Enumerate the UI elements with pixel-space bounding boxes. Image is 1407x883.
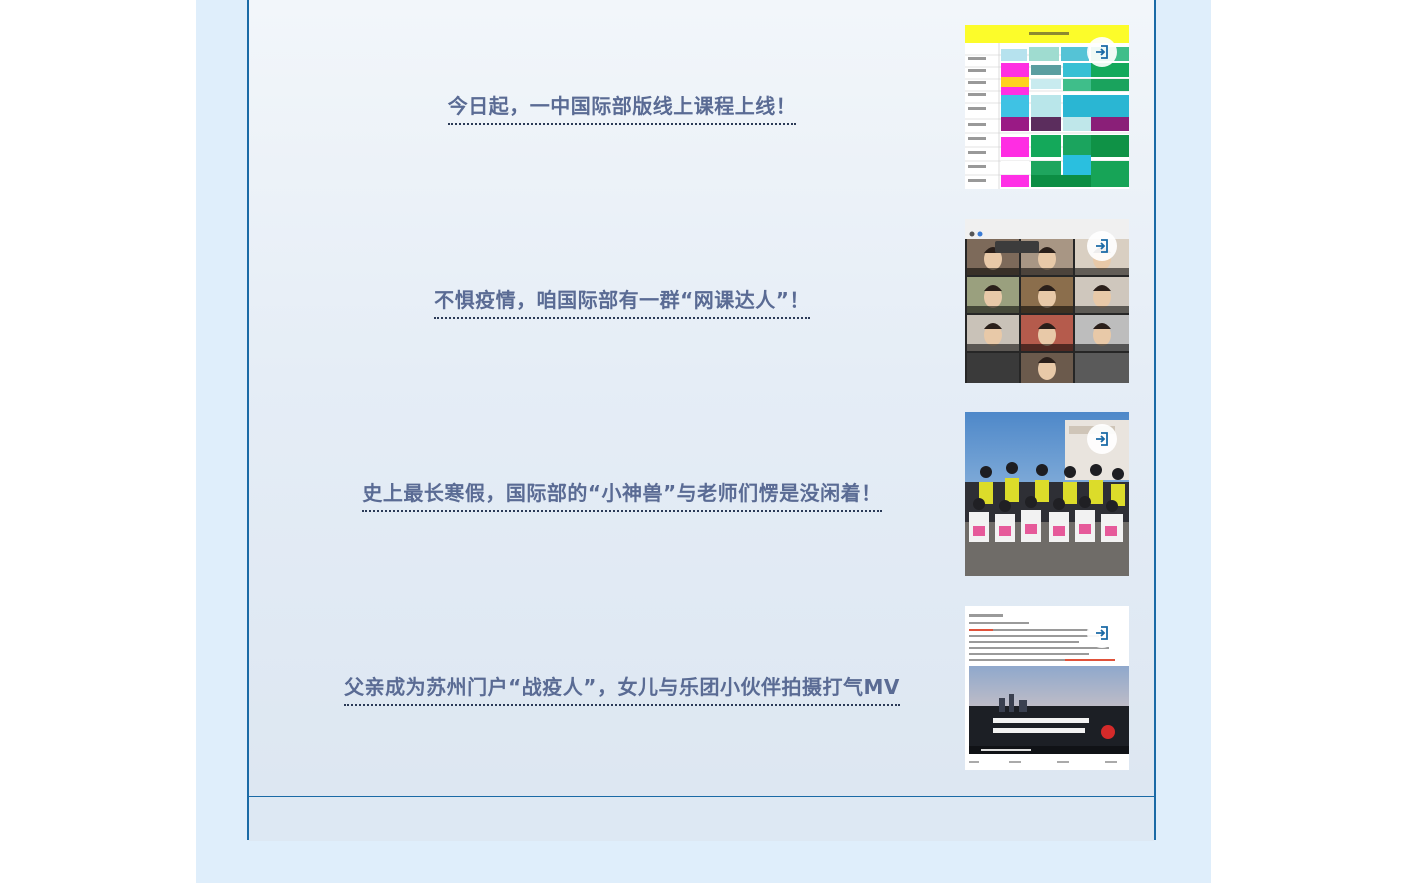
article-item-online-class-experts[interactable]: 不惧疫情，咱国际部有一群“网课达人”！: [249, 219, 1154, 383]
article-list-panel: 今日起，一中国际部版线上课程上线！ 不惧疫情，咱国际部有一群“网课达人”！ 史上…: [247, 0, 1156, 841]
open-link-icon[interactable]: [1087, 231, 1117, 261]
article-item-father-mv[interactable]: 父亲成为苏州门户“战疫人”，女儿与乐团小伙伴拍摄打气MV: [249, 606, 1154, 770]
open-link-icon[interactable]: [1087, 37, 1117, 67]
article-title[interactable]: 不惧疫情，咱国际部有一群“网课达人”！: [434, 284, 810, 319]
panel-footer: [249, 796, 1154, 841]
article-thumbnail-weibo-post[interactable]: [965, 606, 1129, 770]
article-title[interactable]: 史上最长寒假，国际部的“小神兽”与老师们愣是没闲着！: [362, 477, 882, 512]
page-background: 今日起，一中国际部版线上课程上线！ 不惧疫情，咱国际部有一群“网课达人”！ 史上…: [196, 0, 1211, 883]
article-item-online-courses[interactable]: 今日起，一中国际部版线上课程上线！: [249, 25, 1154, 189]
open-link-icon[interactable]: [1087, 424, 1117, 454]
open-link-icon[interactable]: [1087, 618, 1117, 648]
article-thumbnail-group-photo[interactable]: [965, 412, 1129, 576]
article-title[interactable]: 今日起，一中国际部版线上课程上线！: [447, 90, 797, 125]
article-title[interactable]: 父亲成为苏州门户“战疫人”，女儿与乐团小伙伴拍摄打气MV: [344, 671, 900, 706]
article-thumbnail-schedule[interactable]: [965, 25, 1129, 189]
article-thumbnail-video-call[interactable]: [965, 219, 1129, 383]
article-item-winter-break[interactable]: 史上最长寒假，国际部的“小神兽”与老师们愣是没闲着！: [249, 412, 1154, 576]
